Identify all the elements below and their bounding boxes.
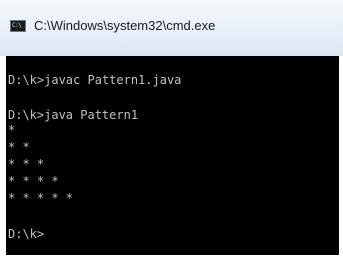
pattern-row-5: * * * * *	[8, 191, 74, 205]
pattern-row-1: *	[8, 123, 16, 137]
pattern-row-3: * * *	[8, 157, 45, 171]
cmd-window: C:\ C:\Windows\system32\cmd.exe D:\k>jav…	[0, 0, 343, 259]
cmd-icon-label: C:\	[12, 22, 22, 29]
console-line-java: D:\k>java Pattern1	[8, 108, 139, 122]
console-line-javac: D:\k>javac Pattern1.java	[8, 73, 182, 87]
window-title: C:\Windows\system32\cmd.exe	[34, 18, 216, 33]
pattern-row-4: * * * *	[8, 174, 59, 188]
console-prompt[interactable]: D:\k>	[8, 227, 44, 241]
title-bar[interactable]: C:\ C:\Windows\system32\cmd.exe	[0, 0, 343, 56]
cmd-icon[interactable]: C:\	[10, 20, 26, 32]
pattern-row-2: * *	[8, 140, 30, 154]
console-output[interactable]: D:\k>javac Pattern1.java D:\k>java Patte…	[6, 56, 339, 255]
